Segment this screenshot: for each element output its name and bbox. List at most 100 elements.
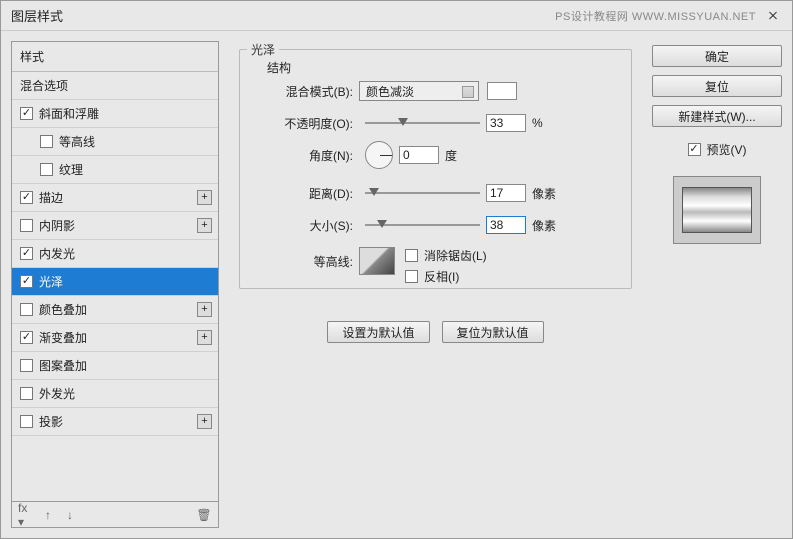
style-checkbox[interactable] xyxy=(20,359,33,372)
angle-unit: 度 xyxy=(445,147,457,164)
blend-mode-label: 混合模式(B): xyxy=(269,83,359,100)
size-unit: 像素 xyxy=(532,217,556,234)
style-item-12[interactable]: 投影 + xyxy=(12,408,218,436)
invert-checkbox[interactable] xyxy=(405,270,418,283)
styles-footer: fx ▾ ↑ ↓ 🗑 xyxy=(12,501,218,527)
contour-picker[interactable] xyxy=(359,247,395,275)
style-checkbox[interactable] xyxy=(20,331,33,344)
cancel-button[interactable]: 复位 xyxy=(652,75,782,97)
style-checkbox[interactable] xyxy=(20,107,33,120)
group-title: 光泽 xyxy=(247,41,279,58)
preview-box xyxy=(673,176,761,244)
invert-checkbox-row[interactable]: 反相(I) xyxy=(405,268,487,285)
style-label: 内阴影 xyxy=(39,217,75,234)
style-label: 等高线 xyxy=(59,133,95,150)
antialias-checkbox[interactable] xyxy=(405,249,418,262)
style-item-2[interactable]: 等高线 xyxy=(12,128,218,156)
dialog-title: 图层样式 xyxy=(11,6,63,25)
row-blend-mode: 混合模式(B): 颜色减淡 xyxy=(269,81,602,101)
opacity-label: 不透明度(O): xyxy=(269,115,359,132)
invert-label: 反相(I) xyxy=(424,268,459,285)
right-panel: 确定 复位 新建样式(W)... 预览(V) xyxy=(652,41,782,528)
style-item-4[interactable]: 描边 + xyxy=(12,184,218,212)
style-label: 纹理 xyxy=(59,161,83,178)
style-label: 投影 xyxy=(39,413,63,430)
trash-icon[interactable]: 🗑 xyxy=(196,507,212,523)
style-checkbox[interactable] xyxy=(20,247,33,260)
style-checkbox[interactable] xyxy=(20,219,33,232)
row-opacity: 不透明度(O): 33 % xyxy=(269,113,602,133)
size-input[interactable]: 38 xyxy=(486,216,526,234)
settings-panel: 光泽 结构 混合模式(B): 颜色减淡 不透明度(O): 33 % 角度(N): xyxy=(229,41,642,528)
style-item-5[interactable]: 内阴影 + xyxy=(12,212,218,240)
style-label: 渐变叠加 xyxy=(39,329,87,346)
add-effect-icon[interactable]: + xyxy=(197,190,212,205)
preview-checkbox[interactable] xyxy=(688,143,701,156)
row-size: 大小(S): 38 像素 xyxy=(269,215,602,235)
distance-input[interactable]: 17 xyxy=(486,184,526,202)
style-checkbox[interactable] xyxy=(20,275,33,288)
style-item-0[interactable]: 混合选项 xyxy=(12,72,218,100)
add-effect-icon[interactable]: + xyxy=(197,330,212,345)
opacity-slider[interactable] xyxy=(365,116,480,130)
fx-icon[interactable]: fx ▾ xyxy=(18,507,34,523)
set-default-button[interactable]: 设置为默认值 xyxy=(327,321,429,343)
blend-mode-select[interactable]: 颜色减淡 xyxy=(359,81,479,101)
style-label: 颜色叠加 xyxy=(39,301,87,318)
style-label: 描边 xyxy=(39,189,63,206)
style-checkbox[interactable] xyxy=(20,191,33,204)
opacity-unit: % xyxy=(532,116,543,130)
style-item-1[interactable]: 斜面和浮雕 xyxy=(12,100,218,128)
size-slider[interactable] xyxy=(365,218,480,232)
down-arrow-icon[interactable]: ↓ xyxy=(62,507,78,523)
row-angle: 角度(N): 0 度 xyxy=(269,145,602,165)
style-checkbox[interactable] xyxy=(20,387,33,400)
sub-title: 结构 xyxy=(263,59,295,76)
distance-label: 距离(D): xyxy=(269,185,359,202)
style-item-10[interactable]: 图案叠加 xyxy=(12,352,218,380)
add-effect-icon[interactable]: + xyxy=(197,218,212,233)
opacity-input[interactable]: 33 xyxy=(486,114,526,132)
style-item-9[interactable]: 渐变叠加 + xyxy=(12,324,218,352)
distance-unit: 像素 xyxy=(532,185,556,202)
add-effect-icon[interactable]: + xyxy=(197,302,212,317)
new-style-button[interactable]: 新建样式(W)... xyxy=(652,105,782,127)
style-label: 斜面和浮雕 xyxy=(39,105,99,122)
style-checkbox[interactable] xyxy=(20,415,33,428)
blend-mode-value: 颜色减淡 xyxy=(366,83,414,100)
form: 混合模式(B): 颜色减淡 不透明度(O): 33 % 角度(N): 0 度 xyxy=(269,81,602,301)
style-item-7[interactable]: 光泽 xyxy=(12,268,218,296)
preview-checkbox-row[interactable]: 预览(V) xyxy=(652,141,782,158)
add-effect-icon[interactable]: + xyxy=(197,414,212,429)
style-item-3[interactable]: 纹理 xyxy=(12,156,218,184)
style-checkbox[interactable] xyxy=(40,163,53,176)
preview-swatch xyxy=(682,187,752,233)
color-swatch[interactable] xyxy=(487,82,517,100)
angle-label: 角度(N): xyxy=(269,147,359,164)
dialog-body: 样式 混合选项斜面和浮雕等高线纹理描边+内阴影+内发光光泽颜色叠加+渐变叠加+图… xyxy=(1,31,792,538)
watermark: PS设计教程网 WWW.MISSYUAN.NET xyxy=(555,8,756,24)
ok-button[interactable]: 确定 xyxy=(652,45,782,67)
close-icon[interactable] xyxy=(764,7,782,25)
layer-style-dialog: 图层样式 PS设计教程网 WWW.MISSYUAN.NET 样式 混合选项斜面和… xyxy=(0,0,793,539)
reset-default-button[interactable]: 复位为默认值 xyxy=(442,321,544,343)
angle-dial[interactable] xyxy=(365,141,393,169)
antialias-checkbox-row[interactable]: 消除锯齿(L) xyxy=(405,247,487,264)
row-distance: 距离(D): 17 像素 xyxy=(269,183,602,203)
styles-panel: 样式 混合选项斜面和浮雕等高线纹理描边 + 内阴影 + 内发光光泽颜色叠加 + 渐变叠加 + 图… xyxy=(11,41,219,528)
titlebar: 图层样式 PS设计教程网 WWW.MISSYUAN.NET xyxy=(1,1,792,31)
up-arrow-icon[interactable]: ↑ xyxy=(40,507,56,523)
style-item-11[interactable]: 外发光 xyxy=(12,380,218,408)
contour-options: 消除锯齿(L) 反相(I) xyxy=(405,247,487,289)
style-label: 外发光 xyxy=(39,385,75,402)
styles-header: 样式 xyxy=(12,42,218,72)
style-checkbox[interactable] xyxy=(20,303,33,316)
antialias-label: 消除锯齿(L) xyxy=(424,247,487,264)
preview-label: 预览(V) xyxy=(707,141,747,158)
angle-input[interactable]: 0 xyxy=(399,146,439,164)
distance-slider[interactable] xyxy=(365,186,480,200)
style-item-8[interactable]: 颜色叠加 + xyxy=(12,296,218,324)
style-checkbox[interactable] xyxy=(40,135,53,148)
style-item-6[interactable]: 内发光 xyxy=(12,240,218,268)
style-label: 图案叠加 xyxy=(39,357,87,374)
